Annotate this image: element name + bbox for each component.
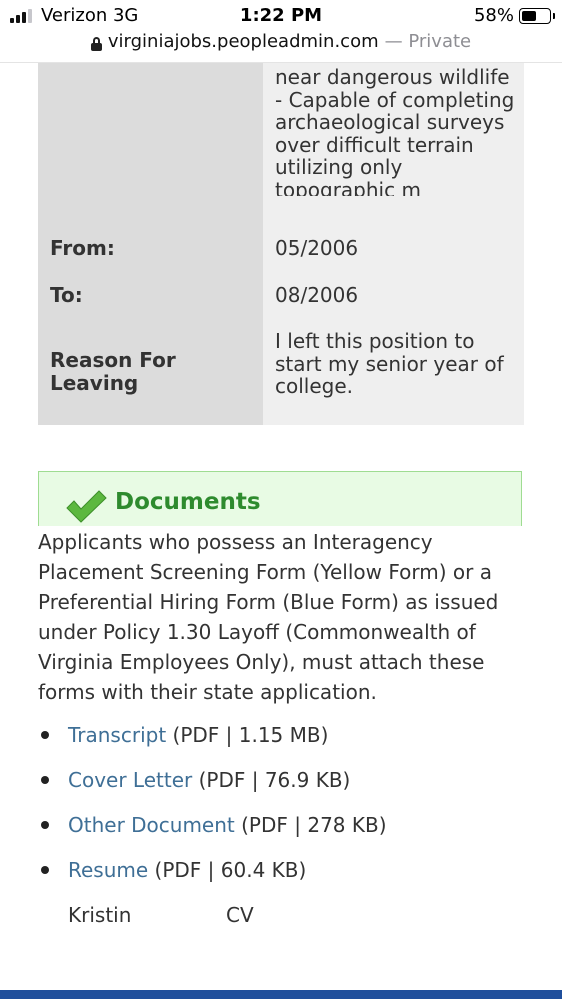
transcript-link[interactable]: Transcript xyxy=(68,723,166,747)
to-label: To: xyxy=(50,283,83,307)
work-experience-table: near dangerous wildlife - Capable of com… xyxy=(38,62,524,425)
battery-icon xyxy=(519,8,555,24)
list-item: Other Document (PDF | 278 KB) xyxy=(38,810,528,855)
from-value: 05/2006 xyxy=(275,236,359,260)
battery-percent: 58% xyxy=(473,5,514,26)
from-label: From: xyxy=(50,236,115,260)
reason-for-leaving-value: I left this position to start my senior … xyxy=(275,329,504,398)
document-meta: (PDF | 278 KB) xyxy=(241,813,387,837)
lock-icon xyxy=(90,36,102,51)
status-bar: Verizon 3G 1:22 PM 58% xyxy=(0,0,562,32)
document-meta: (PDF | 60.4 KB) xyxy=(154,858,307,882)
checkmark-icon xyxy=(66,490,107,523)
resume-note-first: Kristin xyxy=(68,903,132,927)
bullet-icon xyxy=(41,776,49,784)
documents-title: Documents xyxy=(115,489,261,515)
duties-line: archaeological surveys xyxy=(275,110,505,134)
list-item: Cover Letter (PDF | 76.9 KB) xyxy=(38,765,528,810)
document-meta: (PDF | 76.9 KB) xyxy=(198,768,351,792)
documents-section-header: Documents xyxy=(38,471,522,526)
list-item: Transcript (PDF | 1.15 MB) xyxy=(38,720,528,765)
duties-line: utilizing only xyxy=(275,155,403,179)
other-document-link[interactable]: Other Document xyxy=(68,813,235,837)
bullet-icon xyxy=(41,731,49,739)
private-browsing-label: — Private xyxy=(384,31,472,52)
cover-letter-link[interactable]: Cover Letter xyxy=(68,768,192,792)
duties-line: near dangerous wildlife xyxy=(275,65,510,89)
document-list: Transcript (PDF | 1.15 MB) Cover Letter … xyxy=(38,720,528,900)
resume-link[interactable]: Resume xyxy=(68,858,148,882)
duties-line: over difficult terrain xyxy=(275,132,474,157)
duties-line: topographic m xyxy=(275,177,421,196)
duties-line: - Capable of completing xyxy=(275,87,515,112)
duties-cell: near dangerous wildlife - Capable of com… xyxy=(275,56,520,196)
bottom-toolbar-edge xyxy=(0,990,562,999)
documents-description: Applicants who possess an Interagency Pl… xyxy=(38,530,499,704)
bullet-icon xyxy=(41,821,49,829)
list-item: Resume (PDF | 60.4 KB) xyxy=(38,855,528,900)
to-value: 08/2006 xyxy=(275,283,359,307)
document-meta: (PDF | 1.15 MB) xyxy=(172,723,329,747)
reason-for-leaving-label: Reason For Leaving xyxy=(50,348,176,395)
resume-note-second: CV xyxy=(226,903,254,927)
address-bar[interactable]: virginiajobs.peopleadmin.com — Private xyxy=(0,31,562,63)
url-domain: virginiajobs.peopleadmin.com xyxy=(107,31,379,52)
bullet-icon xyxy=(41,866,49,874)
